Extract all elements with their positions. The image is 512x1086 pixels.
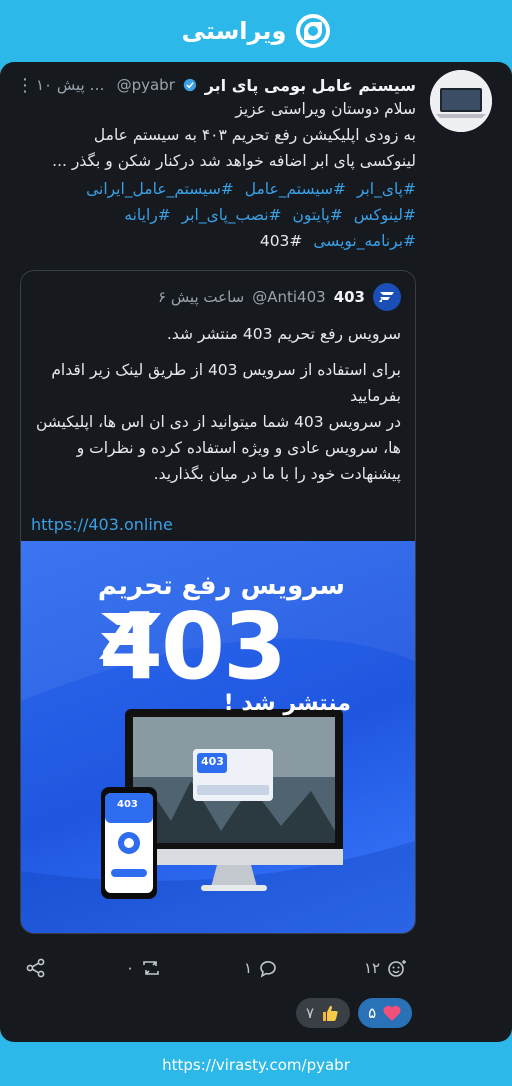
author-name[interactable]: سیستم عامل بومی پای ابر	[205, 76, 416, 95]
hashtag-link[interactable]: #سیستم_عامل	[245, 180, 346, 198]
post-line: به زودی اپلیکیشن رفع تحریم ۴۰۳ به سیستم …	[93, 126, 416, 144]
quote-headline: سرویس رفع تحریم 403 منتشر شد.	[166, 325, 401, 343]
image-screen-logo: 403	[201, 755, 224, 768]
quote-avatar[interactable]	[373, 283, 401, 311]
403-logo-icon	[379, 292, 394, 302]
image-big-text: 403	[99, 593, 287, 700]
repost-button[interactable]: ۰	[126, 958, 162, 978]
repost-count: ۰	[126, 959, 135, 977]
hashtag-link[interactable]: #برنامه_نویسی	[313, 232, 416, 250]
post-line: سلام دوستان ویراستی عزیز	[235, 100, 416, 118]
hashtag-link[interactable]: #403	[260, 232, 303, 250]
quote-handle[interactable]: @Anti403	[252, 288, 325, 306]
heart-count: ۵	[368, 1004, 377, 1022]
top-bar: ویراستی	[0, 0, 512, 62]
thumbs-up-reaction[interactable]: ۷	[296, 998, 351, 1028]
author-avatar[interactable]	[430, 70, 492, 132]
thumbs-up-count: ۷	[306, 1004, 315, 1022]
post-line: لینوکسی پای ابر اضافه خواهد شد درکنار شک…	[52, 152, 416, 170]
virasty-logo-icon	[296, 14, 331, 48]
quote-paragraph: برای استفاده از سرویس 403 از طریق لینک ز…	[51, 361, 401, 405]
laptop-thumbnail-icon	[430, 70, 492, 132]
heart-icon	[383, 1005, 401, 1021]
image-subtitle: منتشر شد !	[223, 691, 351, 716]
reply-count: ۱	[244, 959, 253, 977]
hashtag-link[interactable]: #نصب_پای_ابر	[182, 206, 282, 224]
share-icon	[26, 958, 45, 978]
like-button[interactable]: ۱۲	[364, 958, 408, 978]
more-vertical-icon[interactable]: ⋮	[16, 75, 34, 96]
hashtag-link[interactable]: #رایانه	[124, 206, 170, 224]
reply-button[interactable]: ۱	[244, 958, 278, 978]
hashtag-link[interactable]: #پای_ابر	[357, 180, 416, 198]
repost-icon	[143, 961, 159, 975]
brand-name: ویراستی	[181, 17, 287, 45]
post-text: سلام دوستان ویراستی عزیز به زودی اپلیکیش…	[16, 96, 416, 174]
hashtag-link[interactable]: #لینوکس	[354, 206, 416, 224]
quote-author-name[interactable]: 403	[334, 288, 365, 306]
hashtag-list: #پای_ابر #سیستم_عامل #سیستم_عامل_ایرانی …	[16, 176, 416, 254]
quote-link[interactable]: https://403.online	[31, 515, 173, 534]
quote-header: 403 @Anti403 ۶ ساعت پیش	[158, 283, 401, 311]
reply-icon	[260, 961, 276, 978]
post-time: ۱۰ ساعت پیش	[36, 76, 109, 94]
quote-text: سرویس رفع تحریم 403 منتشر شد. برای استفا…	[31, 321, 401, 497]
quote-time: ۶ ساعت پیش	[157, 288, 245, 306]
image-phone-logo: 403	[117, 799, 138, 810]
quote-image[interactable]: سرویس رفع تحریم 403 منتشر شد ! 403 403	[21, 541, 415, 933]
action-bar: ۰ ۱ ۱۲	[0, 958, 512, 988]
reaction-summary: ۷ ۵	[296, 998, 413, 1028]
heart-reaction[interactable]: ۵	[358, 998, 413, 1028]
post-header: سیستم عامل بومی پای ابر @pyabr ۱۰ ساعت پ…	[16, 72, 416, 98]
share-button[interactable]	[26, 958, 46, 978]
footer-url[interactable]: https://virasty.com/pyabr	[0, 1044, 512, 1086]
hashtag-link[interactable]: #پایتون	[292, 206, 342, 224]
post-card: سیستم عامل بومی پای ابر @pyabr ۱۰ ساعت پ…	[0, 62, 512, 1042]
hashtag-link[interactable]: #سیستم_عامل_ایرانی	[86, 180, 234, 198]
add-reaction-icon	[388, 960, 407, 977]
thumbs-up-icon	[323, 1005, 338, 1021]
quoted-post[interactable]: 403 @Anti403 ۶ ساعت پیش سرویس رفع تحریم …	[20, 270, 416, 934]
like-count: ۱۲	[364, 959, 381, 977]
quote-paragraph: در سرویس 403 شما میتوانید از دی ان اس ها…	[35, 413, 401, 483]
author-handle[interactable]: @pyabr	[117, 76, 175, 94]
verified-badge-icon	[183, 78, 196, 92]
